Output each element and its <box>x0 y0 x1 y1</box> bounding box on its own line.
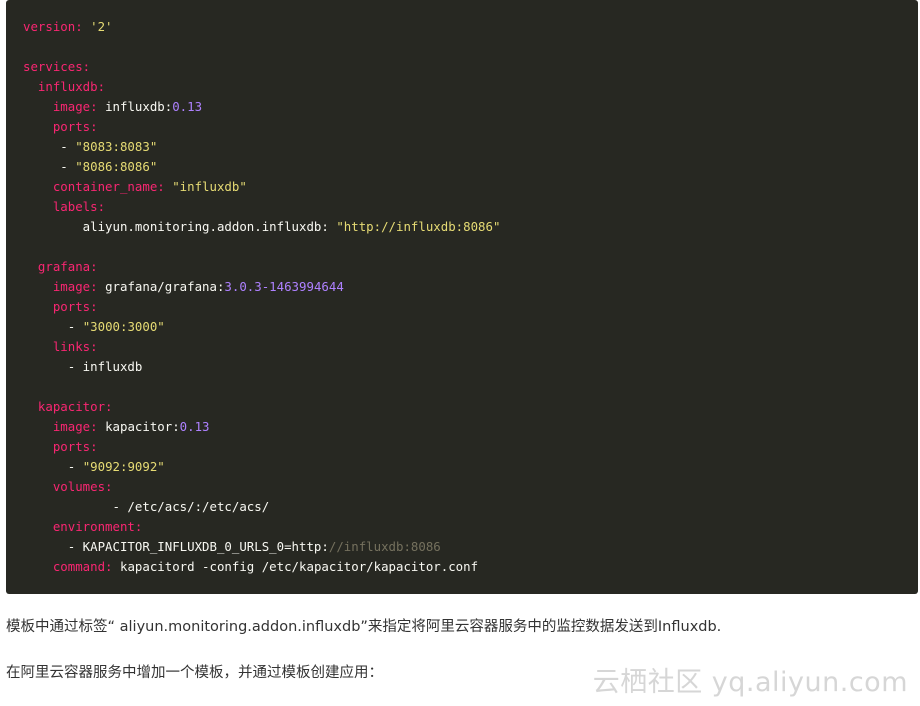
code-line: volumes: <box>23 477 918 497</box>
code-token: - KAPACITOR_INFLUXDB_0_URLS_0=http: <box>23 539 329 554</box>
code-token: 0.13 <box>172 99 203 114</box>
code-token: '2' <box>90 19 113 34</box>
code-token: grafana: <box>23 259 98 274</box>
description-paragraph: 模板中通过标签“ aliyun.monitoring.addon.influxd… <box>6 619 722 635</box>
code-line: - KAPACITOR_INFLUXDB_0_URLS_0=http://inf… <box>23 537 918 557</box>
code-token: influxdb: <box>23 79 106 94</box>
code-line: labels: <box>23 197 918 217</box>
code-token: - influxdb <box>23 359 143 374</box>
code-token: - <box>23 459 83 474</box>
code-line: version: '2' <box>23 17 918 37</box>
code-line: - influxdb <box>23 357 918 377</box>
code-token: "8086:8086" <box>75 159 158 174</box>
code-line: - /etc/acs/:/etc/acs/ <box>23 497 918 517</box>
code-token: "influxdb" <box>172 179 247 194</box>
code-token: container_name: <box>23 179 173 194</box>
code-token: 0.13 <box>179 419 210 434</box>
code-line: services: <box>23 57 918 77</box>
code-token: image: <box>23 419 106 434</box>
code-token: aliyun.monitoring.addon.influxdb: <box>23 219 337 234</box>
watermark: 云栖社区 yq.aliyun.com <box>592 667 908 698</box>
code-token: image: <box>23 279 106 294</box>
code-token: influxdb: <box>105 99 173 114</box>
code-line: image: influxdb:0.13 <box>23 97 918 117</box>
code-token: ports: <box>23 119 98 134</box>
code-token: volumes: <box>23 479 113 494</box>
instruction-paragraph: 在阿里云容器服务中增加一个模板，并通过模板创建应用： <box>6 665 383 681</box>
code-line: kapacitor: <box>23 397 918 417</box>
code-token: environment: <box>23 519 143 534</box>
code-line: - "8086:8086" <box>23 157 918 177</box>
code-token: services: <box>23 59 91 74</box>
code-line: image: grafana/grafana:3.0.3-1463994644 <box>23 277 918 297</box>
code-line: - "3000:3000" <box>23 317 918 337</box>
code-line: - "9092:9092" <box>23 457 918 477</box>
code-line: environment: <box>23 517 918 537</box>
code-token: - <box>23 319 83 334</box>
code-token: - <box>23 139 76 154</box>
code-line: influxdb: <box>23 77 918 97</box>
code-token: kapacitor: <box>23 399 113 414</box>
code-token: - /etc/acs/:/etc/acs/ <box>23 499 270 514</box>
code-line: grafana: <box>23 257 918 277</box>
code-token: grafana/grafana: <box>105 279 225 294</box>
code-token: 3.0.3-1463994644 <box>224 279 344 294</box>
code-token: kapacitord -config /etc/kapacitor/kapaci… <box>119 559 479 574</box>
code-token: command: <box>23 559 120 574</box>
code-token: ports: <box>23 439 98 454</box>
code-token: ports: <box>23 299 98 314</box>
code-line: ports: <box>23 297 918 317</box>
code-line: command: kapacitord -config /etc/kapacit… <box>23 557 918 577</box>
code-token: - <box>23 159 76 174</box>
code-block: version: '2' services: influxdb: image: … <box>6 0 918 594</box>
code-token: //influxdb:8086 <box>328 539 441 554</box>
code-line: ports: <box>23 437 918 457</box>
code-token: "3000:3000" <box>82 319 165 334</box>
code-line: container_name: "influxdb" <box>23 177 918 197</box>
code-token: links: <box>23 339 98 354</box>
code-line: aliyun.monitoring.addon.influxdb: "http:… <box>23 217 918 237</box>
code-line: - "8083:8083" <box>23 137 918 157</box>
code-token: image: <box>23 99 106 114</box>
code-token: version: <box>23 19 91 34</box>
code-token: labels: <box>23 199 106 214</box>
code-line: image: kapacitor:0.13 <box>23 417 918 437</box>
code-token: "http://influxdb:8086" <box>336 219 501 234</box>
code-token: kapacitor: <box>105 419 180 434</box>
code-line: links: <box>23 337 918 357</box>
code-token: "9092:9092" <box>82 459 165 474</box>
code-line: ports: <box>23 117 918 137</box>
code-token: "8083:8083" <box>75 139 158 154</box>
